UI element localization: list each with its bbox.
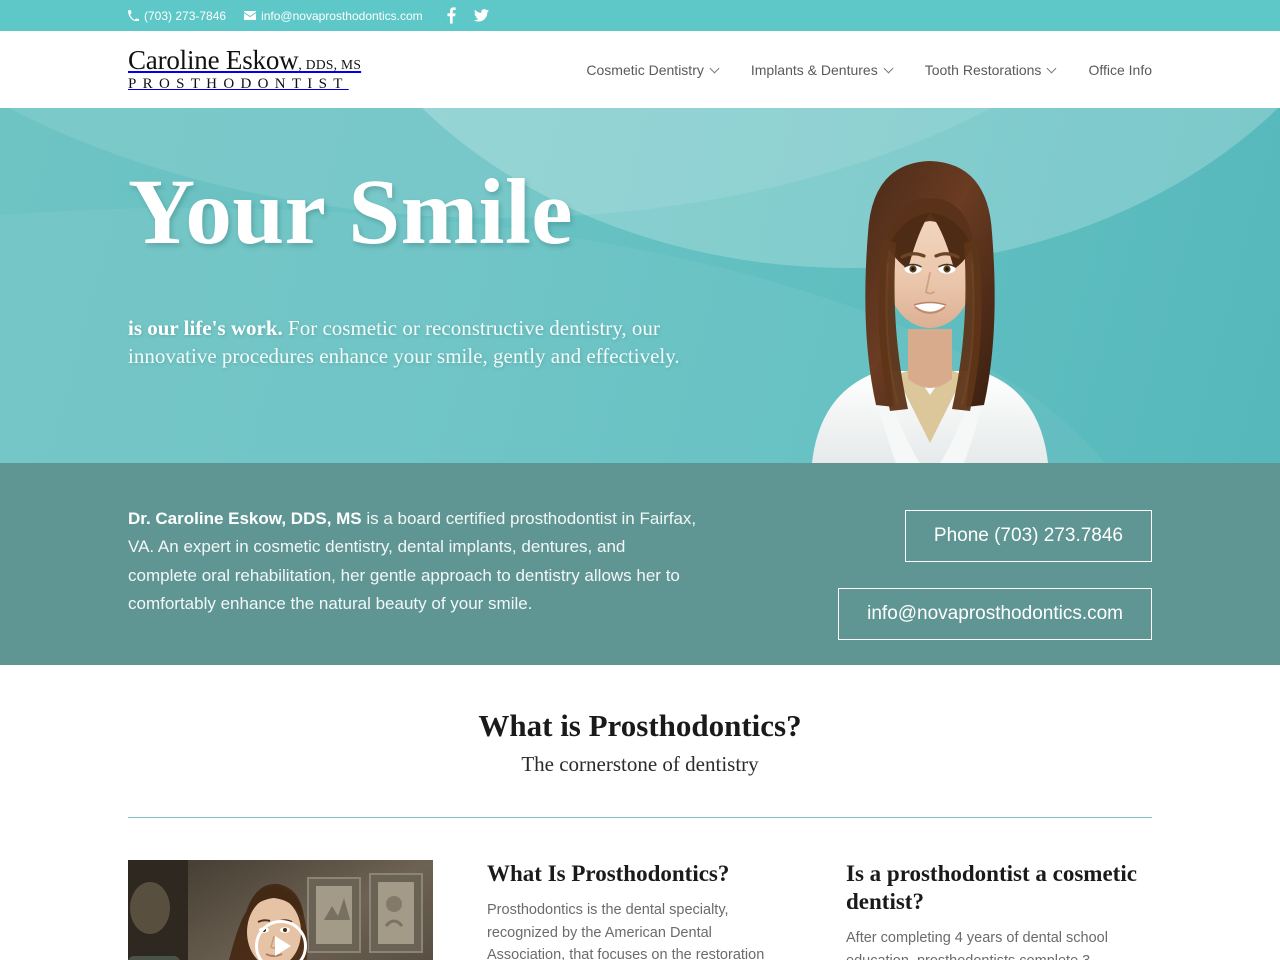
chevron-down-icon — [711, 64, 720, 73]
nav-item-office-info[interactable]: Office Info — [1088, 62, 1152, 78]
topbar-phone-text: (703) 273-7846 — [144, 8, 227, 23]
column-heading: What Is Prosthodontics? — [487, 861, 730, 887]
contact-actions: Phone (703) 273.7846 info@novaprosthodon… — [838, 505, 1152, 640]
phone-icon — [128, 10, 139, 21]
prosthodontics-section: What is Prosthodontics? The cornerstone … — [0, 665, 1280, 960]
hero-banner: Your Smile is our life's work. For cosme… — [0, 108, 1280, 463]
section-columns: What Is Prosthodontics? Prosthodontics i… — [0, 818, 1280, 960]
chevron-down-icon — [885, 64, 894, 73]
column-body: Prosthodontics is the dental specialty, … — [487, 902, 765, 960]
prosthodontics-intro-video[interactable] — [128, 860, 433, 960]
hero-headline: Your Smile — [128, 161, 574, 264]
video-column — [128, 860, 433, 960]
top-utility-bar: (703) 273-7846 info@novaprosthodontics.c… — [0, 0, 1280, 31]
topbar-phone-link[interactable]: (703) 273-7846 — [128, 9, 226, 23]
site-logo[interactable]: Caroline Eskow, DDS, MS PROSTHODONTIST — [128, 47, 361, 92]
twitter-icon[interactable] — [473, 9, 489, 22]
main-navigation: Cosmetic Dentistry Implants & Dentures T… — [586, 62, 1152, 78]
email-button[interactable]: info@novaprosthodontics.com — [838, 588, 1152, 640]
phone-button[interactable]: Phone (703) 273.7846 — [904, 510, 1152, 562]
logo-subtitle: PROSTHODONTIST — [128, 76, 349, 92]
column-body: After completing 4 years of dental schoo… — [846, 930, 1108, 960]
nav-label: Implants & Dentures — [750, 61, 878, 78]
hero-sub-bold: is our life's work. — [128, 316, 283, 340]
nav-item-implants-dentures[interactable]: Implants & Dentures — [751, 62, 894, 78]
topbar-email-link[interactable]: info@novaprosthodontics.com — [244, 9, 423, 23]
doctor-info-text: Dr. Caroline Eskow, DDS, MS is a board c… — [128, 505, 728, 619]
doctor-name: Dr. Caroline Eskow, DDS, MS — [128, 509, 362, 528]
logo-name: Caroline Eskow, DDS, MS — [128, 47, 361, 74]
hero-subheadline: is our life's work. For cosmetic or reco… — [128, 315, 703, 371]
logo-name-text: Caroline Eskow — [128, 45, 299, 75]
nav-item-cosmetic-dentistry[interactable]: Cosmetic Dentistry — [586, 62, 719, 78]
column-cosmetic-dentist: Is a prosthodontist a cosmetic dentist? … — [846, 860, 1151, 960]
site-header: Caroline Eskow, DDS, MS PROSTHODONTIST C… — [0, 31, 1280, 108]
topbar-email-text: info@novaprosthodontics.com — [261, 8, 423, 23]
facebook-icon[interactable] — [447, 7, 456, 24]
nav-label: Cosmetic Dentistry — [586, 61, 704, 78]
column-heading: Is a prosthodontist a cosmetic dentist? — [846, 861, 1137, 915]
column-what-is-prosthodontics: What Is Prosthodontics? Prosthodontics i… — [487, 860, 792, 960]
nav-item-tooth-restorations[interactable]: Tooth Restorations — [925, 62, 1058, 78]
nav-label: Tooth Restorations — [924, 61, 1042, 78]
section-subtitle: The cornerstone of dentistry — [521, 752, 759, 777]
nav-label: Office Info — [1088, 61, 1152, 78]
chevron-down-icon — [1048, 64, 1057, 73]
envelope-icon — [244, 11, 257, 20]
doctor-info-band: Dr. Caroline Eskow, DDS, MS is a board c… — [0, 463, 1280, 665]
hero-content: Your Smile is our life's work. For cosme… — [0, 108, 1280, 371]
social-links — [447, 7, 489, 24]
logo-credentials: , DDS, MS — [298, 57, 362, 72]
section-title: What is Prosthodontics? — [478, 708, 802, 743]
